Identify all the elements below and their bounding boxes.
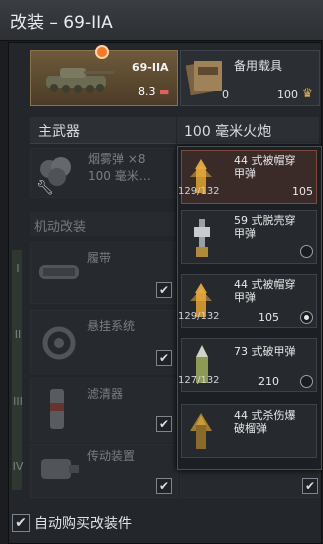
smoke-subtitle: 100 毫米… [88,169,151,183]
module-check-icon[interactable]: ✔ [156,350,172,366]
radio-icon[interactable] [300,245,313,258]
shell-option-selected[interactable]: 44 式被帽穿 甲弹 129/132 105 [178,150,317,204]
track-icon [39,265,79,279]
backup-price: 100 [277,88,298,101]
vehicle-status-dot [95,45,109,59]
shell-option[interactable]: 44 式被帽穿 甲弹 129/132 105 [178,274,317,328]
shell-option[interactable]: 44 式杀伤爆 破榴弹 [181,404,317,458]
module-label: 滤清器 [87,387,124,401]
shell-penetration: 105 [292,185,313,198]
cannon-label: 100 毫米火炮 [184,124,272,140]
module-check-icon[interactable]: ✔ [156,416,172,432]
vehicle-br: 8.3 ▬ [138,85,170,98]
mobility-header-label: 机动改装 [34,220,87,235]
auto-purchase-label: 自动购买改装件 [34,516,132,532]
shell-penetration: 210 [258,375,279,388]
main-weapon-label: 主武器 [38,124,80,140]
cannon-header: 100 毫米火炮 [177,117,319,144]
radio-icon[interactable] [300,375,313,388]
filter-icon [50,389,64,429]
backup-count: 0 [222,88,229,101]
auto-purchase-checkbox[interactable]: ✔ [12,514,30,532]
backup-vehicle-icon [185,60,222,96]
tier-label: I [16,262,20,275]
backup-vehicle-label: 备用载具 [234,59,283,73]
main-weapon-header: 主武器 [30,117,176,144]
shell-name: 44 式被帽穿 甲弹 [234,154,296,180]
shell-option[interactable]: 59 式脱壳穿 甲弹 [181,210,317,264]
module-check-icon[interactable]: ✔ [156,282,172,298]
module-filter[interactable]: 滤清器 [30,378,178,442]
shell-option[interactable]: 73 式破甲弹 127/132 210 [178,338,317,392]
transmission-icon [41,459,79,479]
shell-icon [190,413,212,449]
suspension-icon [42,326,76,360]
shell-ammo-count: 129/132 [178,186,220,197]
shell-name: 44 式被帽穿 甲弹 [234,278,296,304]
tier-label: III [13,395,23,408]
module-check-icon[interactable]: ✔ [302,478,318,494]
shell-name: 73 式破甲弹 [234,345,296,358]
module-label: 悬挂系统 [87,319,136,333]
smoke-title: 烟雾弹 ×8 [88,152,146,166]
module-label: 履带 [87,251,112,265]
shell-ammo-count: 127/132 [178,375,220,386]
tier-progress-bar [12,250,22,490]
shell-penetration: 105 [258,311,279,324]
tier-label: II [14,328,22,341]
shell-name: 59 式脱壳穿 甲弹 [234,214,296,240]
crown-icon: ♛ [302,86,313,100]
window-title: 改装 – 69-IIA [10,13,113,33]
shell-name: 44 式杀伤爆 破榴弹 [234,409,296,435]
radio-icon[interactable] [300,311,313,324]
module-check-icon[interactable]: ✔ [156,478,172,494]
module-label: 传动装置 [87,449,136,463]
tank-icon [46,68,114,93]
wrench-icon: 🔧︎ [36,180,54,196]
mobility-header: 机动改装 [30,212,176,236]
vehicle-name: 69-IIA [132,61,169,74]
shell-icon [194,219,210,257]
tier-label: IV [12,460,24,473]
shell-ammo-count: 129/132 [178,311,220,322]
